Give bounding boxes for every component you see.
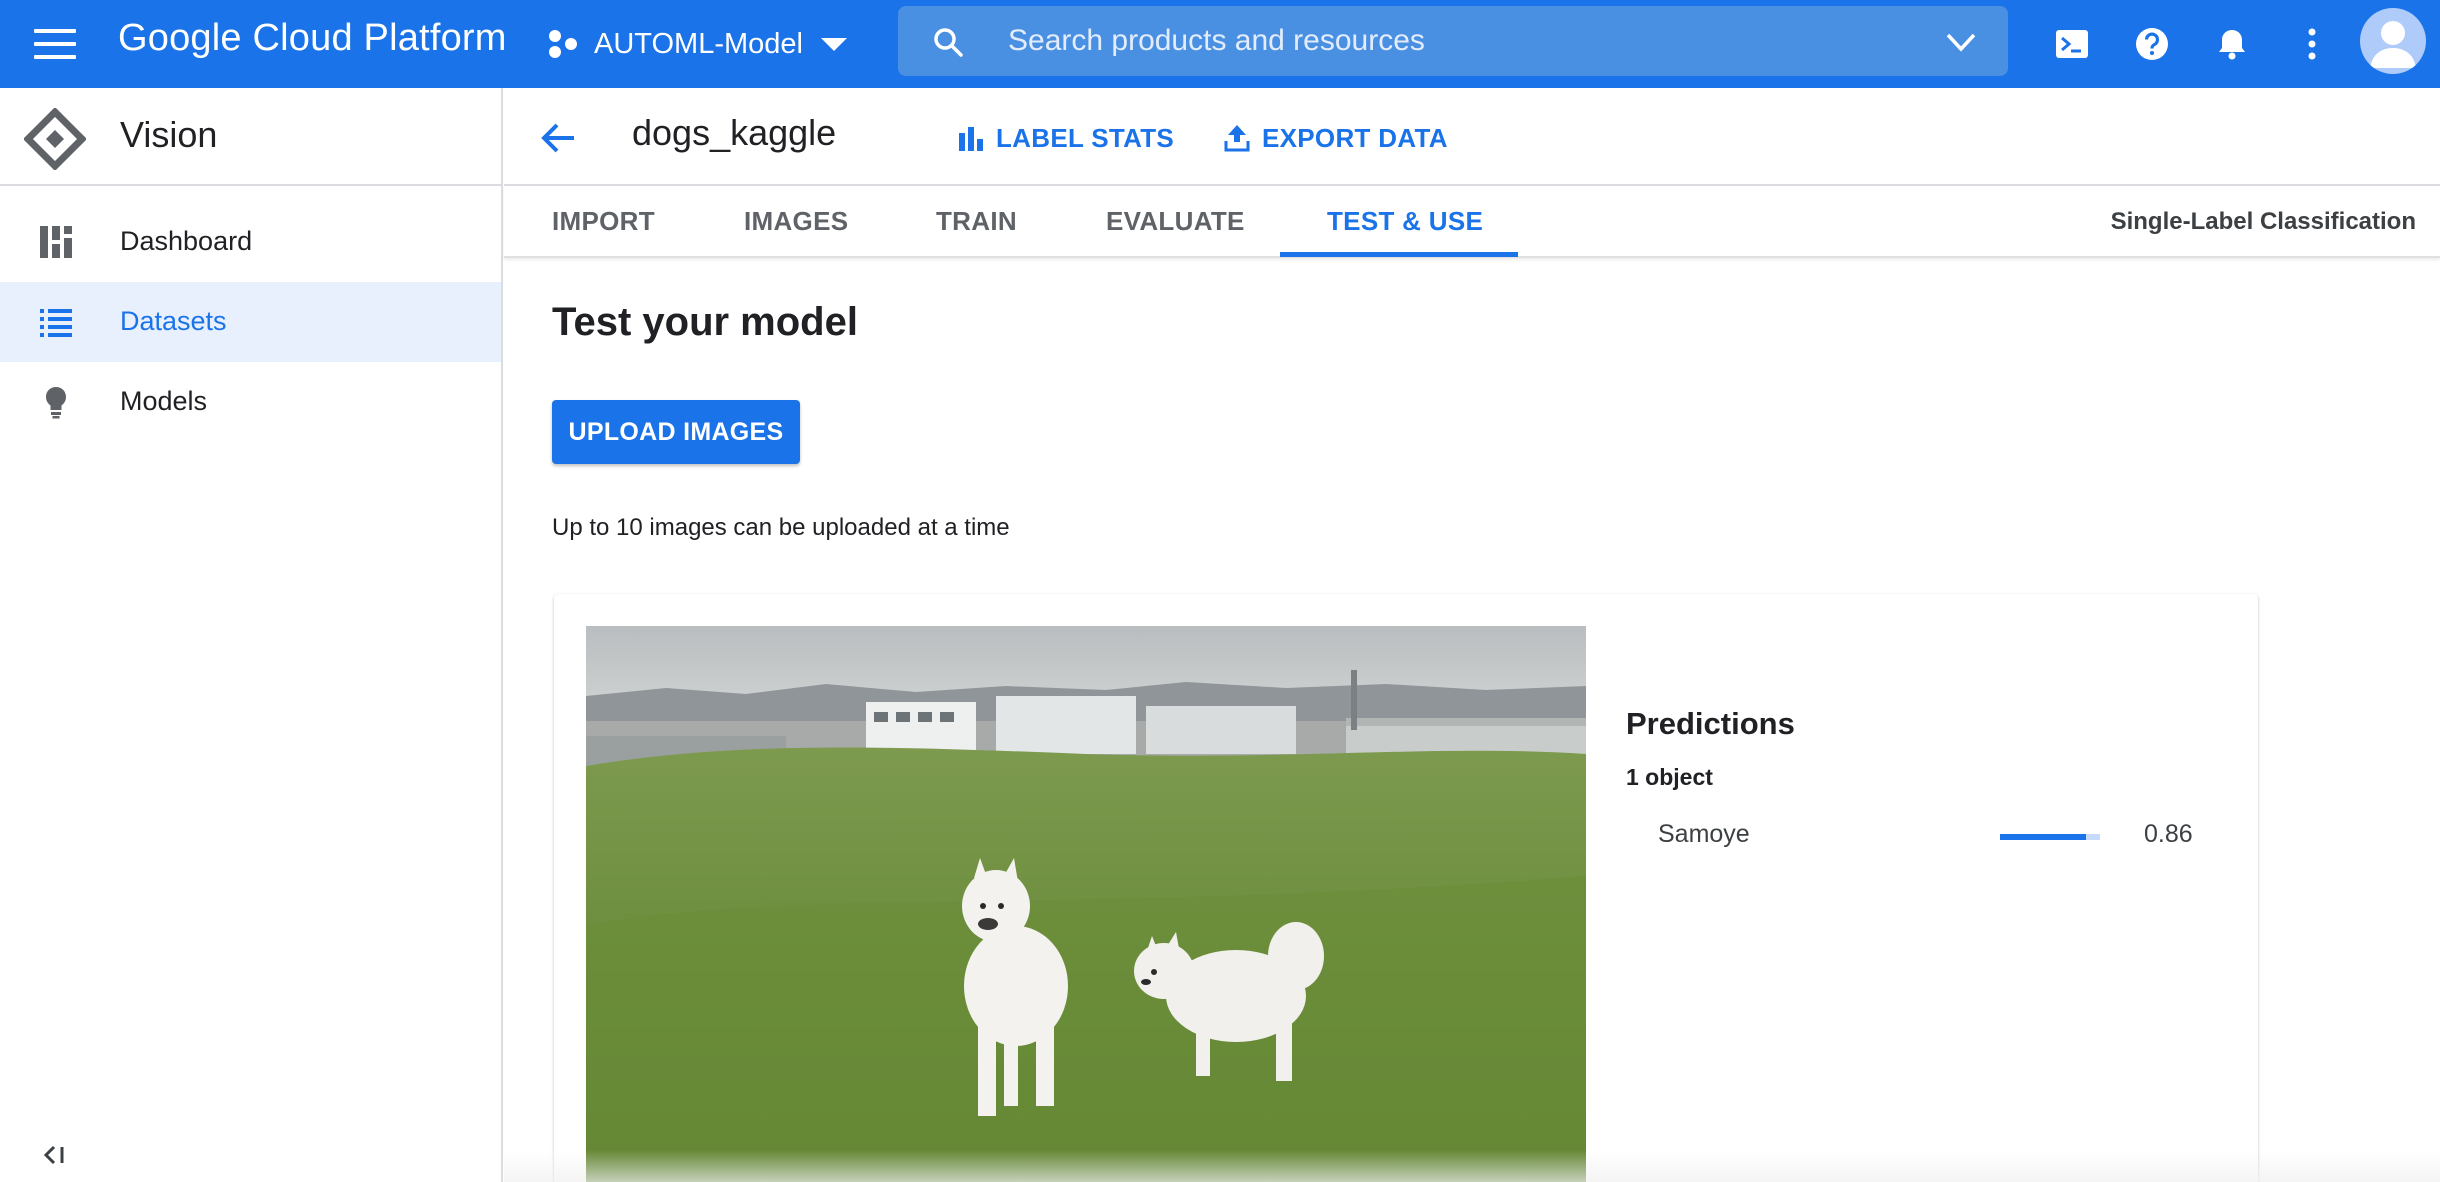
sidebar-item-dashboard[interactable]: Dashboard [0,202,501,282]
chevron-down-icon [820,37,847,51]
search-icon [934,28,963,57]
project-dots-icon [549,30,577,58]
confidence-bar-fill [2000,834,2086,840]
upload-icon [1224,125,1250,152]
sidebar-item-datasets[interactable]: Datasets [0,282,501,362]
active-tab-indicator [1280,252,1518,257]
product-header: Vision [0,88,501,186]
app-title[interactable]: Google Cloud Platform [118,17,507,60]
menu-icon[interactable] [34,25,76,63]
upload-images-button[interactable]: UPLOAD IMAGES [552,400,800,464]
prediction-score: 0.86 [2144,820,2193,848]
prediction-label: Samoye [1658,820,1750,848]
project-selector[interactable]: AUTOML-Model [546,22,847,66]
test-image [586,626,1586,1182]
confidence-bar [2000,834,2100,840]
tab-images[interactable]: IMAGES [744,206,848,237]
search-input[interactable] [1008,16,1868,66]
project-name: AUTOML-Model [594,27,803,60]
dataset-name: dogs_kaggle [632,112,837,153]
more-vert-icon[interactable] [2290,22,2334,66]
tab-evaluate[interactable]: EVALUATE [1106,206,1245,237]
upload-hint: Up to 10 images can be uploaded at a tim… [552,514,1010,541]
help-icon[interactable] [2130,22,2174,66]
search-bar[interactable] [898,6,2008,76]
cloud-shell-icon[interactable] [2050,22,2094,66]
collapse-sidebar-button[interactable] [40,1140,70,1170]
top-app-bar: Google Cloud Platform AUTOML-Model [0,0,2440,88]
tab-train[interactable]: TRAIN [936,206,1017,237]
product-name: Vision [120,114,218,155]
label-stats-label: LABEL STATS [996,122,1175,153]
lightbulb-icon [46,387,66,419]
vision-product-icon [24,108,86,170]
collapse-icon [43,1145,64,1165]
predictions-count: 1 object [1626,764,1713,790]
notifications-icon[interactable] [2210,22,2254,66]
tab-bar: IMPORT IMAGES TRAIN EVALUATE TEST & USE … [504,186,2440,258]
dataset-header: dogs_kaggle LABEL STATS EXPORT DATA [504,88,2440,186]
export-data-label: EXPORT DATA [1262,122,1448,153]
classification-type: Single-Label Classification [2110,208,2416,235]
sidebar-item-label: Dashboard [120,226,253,256]
page-title: Test your model [552,300,858,344]
sidebar-item-label: Datasets [120,306,227,336]
dashboard-icon [40,226,72,258]
prediction-row: Samoye 0.86 [1626,816,2226,856]
tab-import[interactable]: IMPORT [552,206,655,237]
list-icon [40,309,72,337]
arrow-back-icon[interactable] [538,118,578,158]
sidebar-item-label: Models [120,386,208,416]
samoyed-dogs-photo [586,626,1586,1182]
tab-test-and-use[interactable]: TEST & USE [1327,206,1483,237]
sidebar: Vision Dashboard Datasets Models [0,88,503,1182]
bar-chart-icon [959,127,983,151]
export-data-button[interactable]: EXPORT DATA [1222,118,1448,158]
account-avatar[interactable] [2360,8,2426,74]
label-stats-button[interactable]: LABEL STATS [956,118,1174,158]
predictions-title: Predictions [1626,706,1795,741]
prediction-card: Predictions 1 object Samoye 0.86 [554,594,2258,1182]
sidebar-item-models[interactable]: Models [0,362,501,442]
expand-more-icon[interactable] [1944,28,1978,56]
person-icon [2370,21,2416,68]
